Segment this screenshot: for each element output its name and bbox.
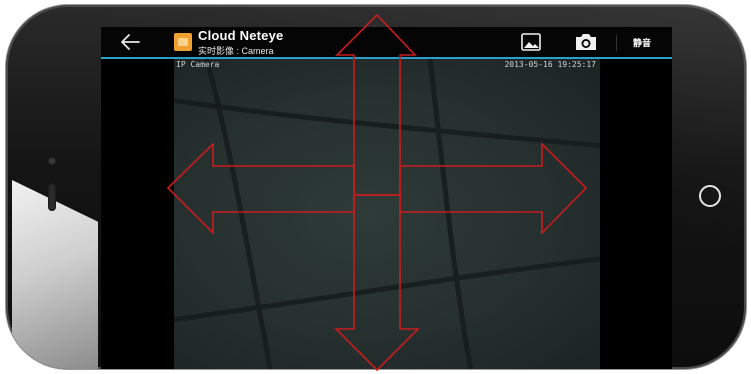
left-arrow-icon[interactable] bbox=[166, 142, 355, 235]
ptz-control-overlay bbox=[166, 13, 588, 372]
right-arrow-icon[interactable] bbox=[399, 142, 588, 235]
down-arrow-icon[interactable] bbox=[334, 194, 420, 372]
